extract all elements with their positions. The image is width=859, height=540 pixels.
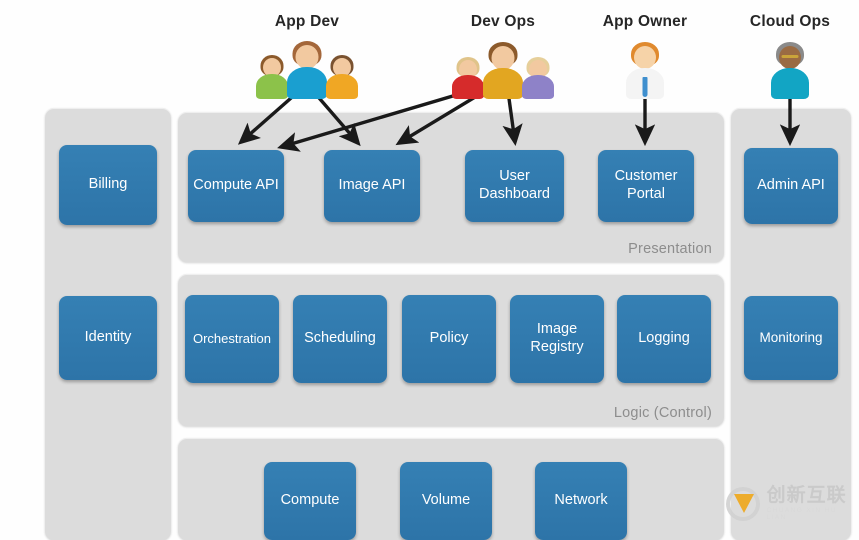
box-billing[interactable]: Billing (59, 145, 157, 225)
box-monitoring[interactable]: Monitoring (744, 296, 838, 380)
box-image-registry-label: Image Registry (530, 321, 584, 355)
architecture-diagram: Presentation Logic (Control) App Dev Dev… (0, 0, 859, 540)
person-icon (325, 53, 359, 99)
box-identity-label: Identity (84, 329, 132, 346)
actor-app-owner-figures (575, 37, 715, 99)
box-policy-label: Policy (429, 330, 469, 347)
box-volume-label: Volume (421, 492, 471, 509)
watermark-pinyin-text: CHUANG XIN HU LIAN (766, 507, 837, 521)
box-scheduling-label: Scheduling (304, 330, 376, 347)
person-icon (255, 53, 289, 99)
actor-dev-ops[interactable]: Dev Ops (433, 14, 573, 99)
watermark: 创新互联 CHUANG XIN HU LIAN (726, 486, 859, 521)
person-icon (770, 41, 810, 99)
person-icon (451, 55, 485, 99)
box-orchestration-label: Orchestration (192, 331, 272, 347)
box-admin-api[interactable]: Admin API (744, 148, 838, 224)
box-image-api[interactable]: Image API (324, 150, 420, 222)
actor-app-dev-figures (237, 37, 377, 99)
box-compute-api[interactable]: Compute API (188, 150, 284, 222)
actor-app-owner[interactable]: App Owner (575, 14, 715, 99)
person-icon (625, 41, 665, 99)
box-policy[interactable]: Policy (402, 295, 496, 383)
actor-dev-ops-figures (433, 37, 573, 99)
box-compute[interactable]: Compute (264, 462, 356, 540)
box-scheduling[interactable]: Scheduling (293, 295, 387, 383)
watermark-logo-icon (726, 486, 760, 521)
actor-cloud-ops-label: Cloud Ops (749, 13, 831, 30)
box-orchestration[interactable]: Orchestration (185, 295, 279, 383)
box-image-registry[interactable]: Image Registry (510, 295, 604, 383)
actor-cloud-ops-figures (720, 37, 859, 99)
actor-cloud-ops[interactable]: Cloud Ops (720, 14, 859, 99)
panel-logic-label: Logic (Control) (613, 405, 712, 421)
box-volume[interactable]: Volume (400, 462, 492, 540)
box-image-api-label: Image API (338, 177, 406, 194)
box-monitoring-label: Monitoring (759, 329, 823, 345)
box-admin-api-label: Admin API (757, 177, 825, 194)
actor-dev-ops-label: Dev Ops (470, 13, 536, 30)
person-icon (482, 41, 524, 99)
box-customer-portal-label: Customer Portal (614, 168, 678, 202)
box-network-label: Network (554, 492, 608, 509)
watermark-chinese-text: 创新互联 (766, 485, 847, 506)
box-logging-label: Logging (638, 330, 690, 347)
actor-app-owner-label: App Owner (602, 13, 688, 30)
glasses-icon (781, 54, 799, 58)
box-logging[interactable]: Logging (617, 295, 711, 383)
panel-presentation-label: Presentation (628, 241, 712, 257)
person-icon (286, 40, 328, 99)
box-user-dashboard-label: User Dashboard (479, 168, 550, 202)
box-customer-portal[interactable]: Customer Portal (598, 150, 694, 222)
actor-app-dev[interactable]: App Dev (237, 14, 377, 99)
box-network[interactable]: Network (535, 462, 627, 540)
box-compute-label: Compute (280, 492, 340, 509)
actor-app-dev-label: App Dev (274, 13, 340, 30)
box-billing-label: Billing (88, 176, 128, 193)
box-identity[interactable]: Identity (59, 296, 157, 380)
box-compute-api-label: Compute API (193, 177, 279, 194)
person-icon (521, 55, 555, 99)
box-user-dashboard[interactable]: User Dashboard (465, 150, 564, 222)
